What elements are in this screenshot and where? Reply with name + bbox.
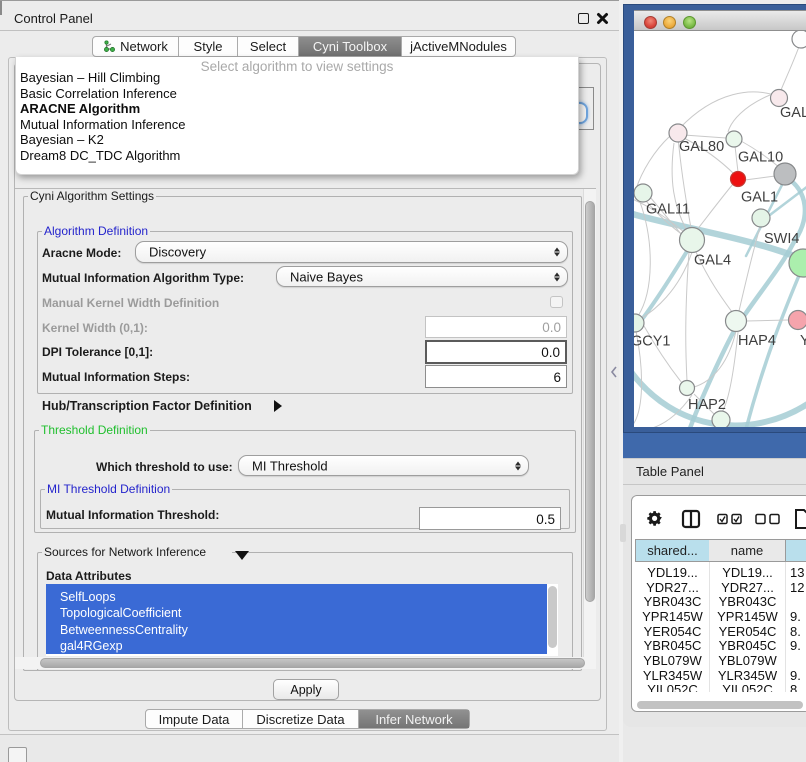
svg-text:Y: Y	[800, 333, 806, 349]
svg-text:HAP2: HAP2	[688, 397, 726, 413]
svg-text:GAL1: GAL1	[741, 190, 778, 206]
svg-text:GAL7: GAL7	[780, 105, 806, 121]
svg-text:HAP4: HAP4	[738, 333, 776, 349]
svg-text:GCY1: GCY1	[634, 334, 671, 350]
svg-text:GAL4: GAL4	[694, 253, 731, 269]
svg-text:SWI4: SWI4	[764, 231, 799, 247]
svg-text:GAL10: GAL10	[738, 150, 783, 166]
svg-text:GAL11: GAL11	[646, 202, 690, 218]
svg-text:GAL80: GAL80	[679, 139, 724, 155]
